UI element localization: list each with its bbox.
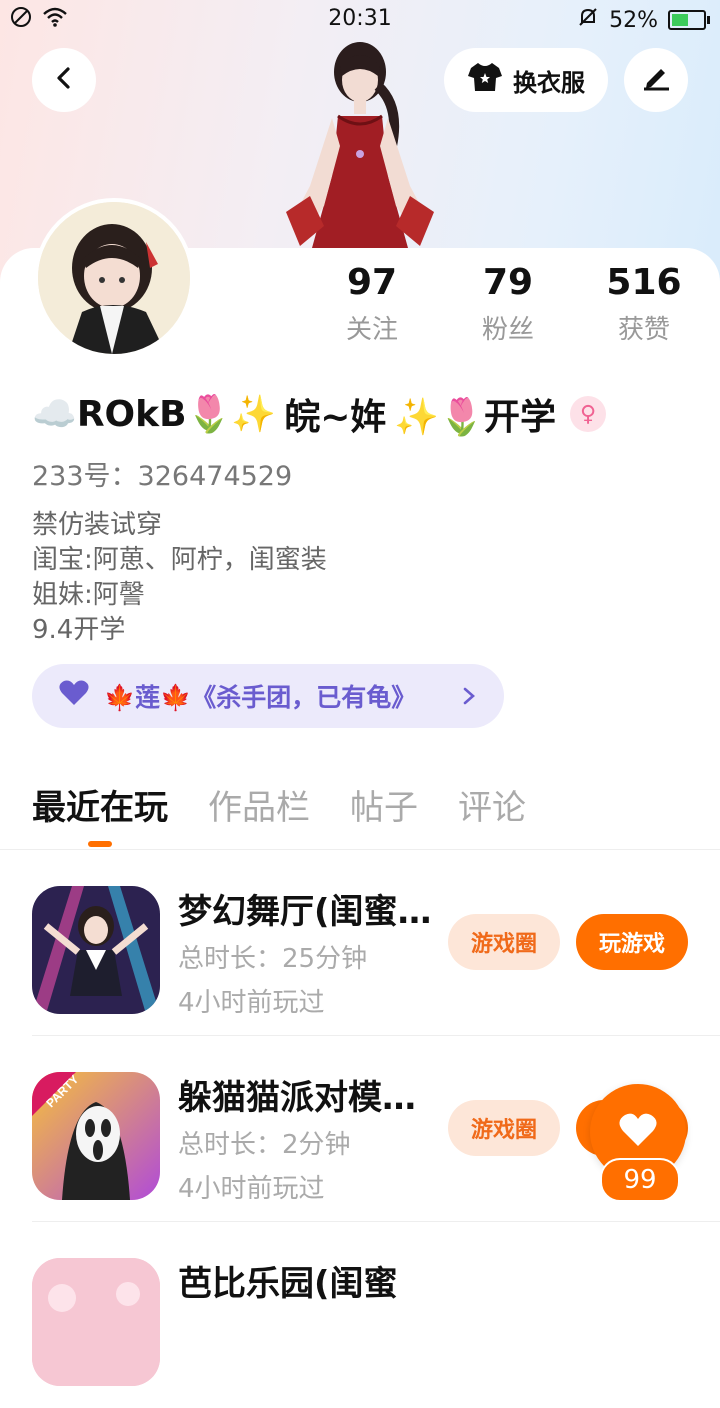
game-icon-barbie-park[interactable] [32,1258,160,1386]
team-banner[interactable]: 🍁莲🍁《杀手团，已有龟》 [32,664,504,728]
following-count: 97 [346,262,398,303]
edit-profile-button[interactable] [624,48,688,112]
stat-likes[interactable]: 516 获赞 [584,262,704,346]
chevron-left-icon [52,63,76,98]
bio: 禁仿装试穿 闺宝:阿葸、阿柠，闺蜜装 姐妹:阿謦 9.4开学 [32,508,327,648]
game-name: 芭比乐园(闺蜜 [178,1264,398,1304]
nickname-main: 皖~姩 [284,397,387,438]
avatar-3d-model[interactable] [280,36,440,248]
stat-followers[interactable]: 79 粉丝 [448,262,568,346]
heart-icon [58,679,90,714]
nickname: ☁️ROkB🌷✨ 皖~姩 ✨🌷开学 ♀ [32,388,607,440]
nickname-suffix: ✨🌷开学 [394,397,557,438]
shirt-icon [467,61,503,99]
likes-count: 516 [606,262,682,303]
game-name: 梦幻舞厅(闺蜜… [178,892,432,932]
game-last-played: 4小时前玩过 [178,1174,325,1204]
game-last-played: 4小时前玩过 [178,988,325,1018]
game-circle-button[interactable]: 游戏圈 [448,1100,560,1156]
team-name: 🍁莲🍁《杀手团，已有龟》 [104,683,417,712]
game-circle-button[interactable]: 游戏圈 [448,914,560,970]
game-name: 躲猫猫派对模… [178,1078,416,1118]
game-icon-dance-hall[interactable] [32,886,160,1014]
change-outfit-button[interactable]: 换衣服 [444,48,608,112]
play-game-button[interactable]: 玩游戏 [576,914,688,970]
battery-percent: 52% [609,7,658,33]
profile-tabs: 最近在玩 作品栏 帖子 评论 [32,780,526,847]
uid-label: 233号： [32,461,138,492]
bio-line: 9.4开学 [32,615,126,645]
back-button[interactable] [32,48,96,112]
heart-icon [618,1112,658,1152]
change-outfit-label: 换衣服 [513,68,585,97]
followers-label: 粉丝 [481,315,534,345]
avatar[interactable] [34,198,194,358]
bio-line: 姐妹:阿謦 [32,580,145,610]
followers-count: 79 [482,262,534,303]
bio-line: 禁仿装试穿 [32,510,163,540]
list-item[interactable]: 芭比乐园(闺蜜 [0,1222,720,1408]
likes-label: 获赞 [617,315,670,345]
tab-posts[interactable]: 帖子 [350,780,418,829]
chevron-right-icon [462,680,476,713]
list-item[interactable]: 梦幻舞厅(闺蜜… 总时长：25分钟 4小时前玩过 游戏圈 玩游戏 [0,850,720,1036]
tab-recently-played[interactable]: 最近在玩 [32,780,168,847]
game-icon-hide-and-seek[interactable]: PARTY [32,1072,160,1200]
pen-icon [641,61,671,99]
like-count: 99 [600,1158,680,1202]
tab-works[interactable]: 作品栏 [208,780,310,829]
female-symbol-icon: ♀ [570,396,607,432]
game-duration: 总时长：2分钟 [178,1130,351,1160]
game-duration: 总时长：25分钟 [178,944,368,974]
mute-bell-icon [577,6,599,34]
bio-line: 闺宝:阿葸、阿柠，闺蜜装 [32,545,327,575]
battery-icon [668,10,710,30]
nickname-prefix: ☁️ROkB🌷✨ [32,394,277,435]
following-label: 关注 [345,315,398,345]
stat-following[interactable]: 97 关注 [312,262,432,346]
uid-value: 326474529 [137,461,293,492]
tab-comments[interactable]: 评论 [458,780,526,829]
status-bar: 20:31 52% [0,0,720,40]
user-id[interactable]: 233号：326474529 [32,454,292,493]
